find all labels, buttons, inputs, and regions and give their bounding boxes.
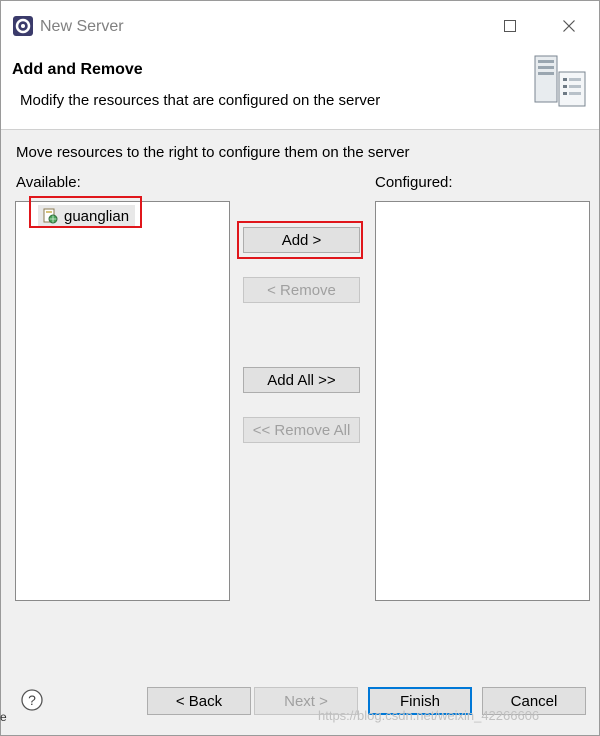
highlight-available-item	[29, 196, 142, 228]
remove-all-button[interactable]: << Remove All	[243, 417, 360, 443]
page-title: Add and Remove	[12, 61, 143, 78]
available-label: Available:	[16, 174, 81, 191]
wizard-header: Add and Remove Modify the resources that…	[1, 47, 599, 130]
remove-button[interactable]: < Remove	[243, 277, 360, 303]
close-button[interactable]	[554, 13, 584, 39]
highlight-add-button	[237, 221, 363, 259]
instruction-text: Move resources to the right to configure…	[16, 144, 410, 161]
configured-label: Configured:	[375, 174, 453, 191]
maximize-button[interactable]	[495, 13, 525, 39]
eclipse-app-icon	[13, 16, 33, 36]
watermark-text: https://blog.csdn.net/weixin_42266606	[318, 708, 540, 723]
server-banner-icon	[534, 55, 586, 107]
window-title: New Server	[40, 18, 124, 35]
maximize-icon	[504, 20, 516, 32]
configured-list[interactable]	[375, 201, 590, 601]
back-button[interactable]: < Back	[147, 687, 251, 715]
svg-text:?: ?	[28, 692, 36, 708]
page-description: Modify the resources that are configured…	[20, 92, 381, 109]
add-all-button[interactable]: Add All >>	[243, 367, 360, 393]
edge-text: e	[0, 710, 7, 724]
title-bar[interactable]: New Server	[1, 1, 599, 47]
dialog-window: New Server Add and Remove Modify the res…	[0, 0, 600, 736]
available-list[interactable]: guanglian	[15, 201, 230, 601]
help-icon[interactable]: ?	[21, 689, 43, 711]
close-icon	[563, 20, 575, 32]
